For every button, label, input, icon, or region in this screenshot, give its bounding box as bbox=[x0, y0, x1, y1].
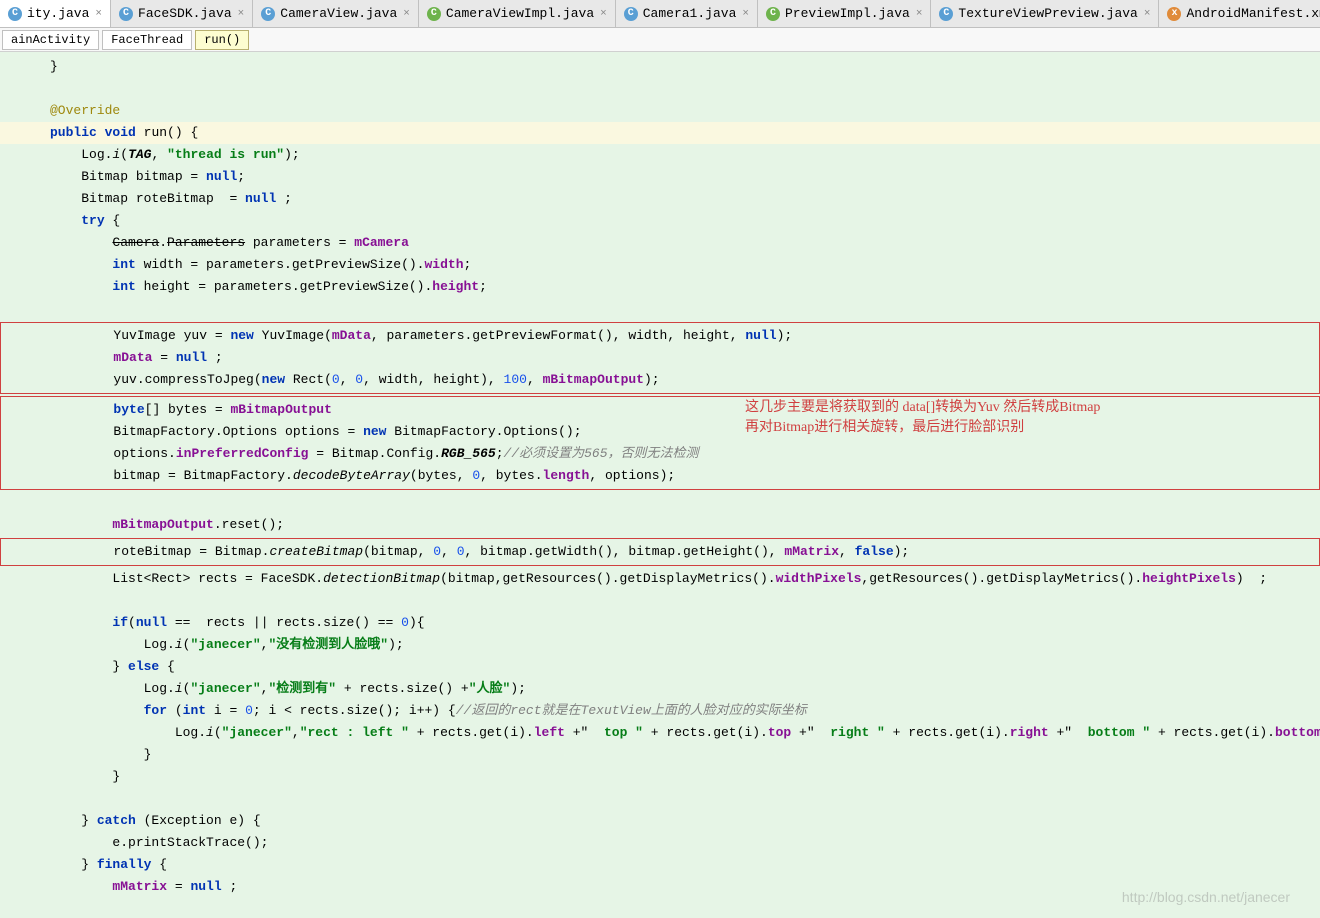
file-type-icon: C bbox=[427, 7, 441, 21]
close-icon[interactable]: × bbox=[1144, 8, 1151, 20]
highlight-box-2: byte[] bytes = mBitmapOutput BitmapFacto… bbox=[0, 396, 1320, 490]
annotation-text: 这几步主要是将获取到的 data[]转换为Yuv 然后转成Bitmap 再对Bi… bbox=[745, 398, 1100, 438]
close-icon[interactable]: × bbox=[95, 8, 102, 20]
tab-label: CameraViewImpl.java bbox=[446, 6, 594, 21]
breadcrumb-bar: ainActivityFaceThreadrun() bbox=[0, 28, 1320, 52]
file-type-icon: C bbox=[624, 7, 638, 21]
highlight-box-3: roteBitmap = Bitmap.createBitmap(bitmap,… bbox=[0, 538, 1320, 566]
tab-label: CameraView.java bbox=[280, 6, 397, 21]
tab-label: AndroidManifest.xml bbox=[1186, 6, 1320, 21]
tab-file[interactable]: xAndroidManifest.xml× bbox=[1159, 0, 1320, 27]
close-icon[interactable]: × bbox=[600, 8, 607, 20]
tab-label: Camera1.java bbox=[643, 6, 737, 21]
close-icon[interactable]: × bbox=[742, 8, 749, 20]
code-editor[interactable]: } @Override public void run() { Log.i(TA… bbox=[0, 52, 1320, 918]
tab-file[interactable]: C Camera1.java × bbox=[616, 0, 758, 27]
tab-file[interactable]: C PreviewImpl.java × bbox=[758, 0, 931, 27]
close-icon[interactable]: × bbox=[916, 8, 923, 20]
highlight-box-1: YuvImage yuv = new YuvImage(mData, param… bbox=[0, 322, 1320, 394]
editor-tabs: City.java × C FaceSDK.java × C CameraView.java… bbox=[0, 0, 1320, 28]
watermark: http://blog.csdn.net/janecer bbox=[1122, 886, 1290, 908]
file-type-icon: x bbox=[1167, 7, 1181, 21]
tab-label: PreviewImpl.java bbox=[785, 6, 910, 21]
breadcrumb-item[interactable]: run() bbox=[195, 30, 249, 50]
tab-file[interactable]: C FaceSDK.java × bbox=[111, 0, 253, 27]
breadcrumb-item[interactable]: ainActivity bbox=[2, 30, 99, 50]
close-icon[interactable]: × bbox=[238, 8, 245, 20]
file-type-icon: C bbox=[261, 7, 275, 21]
close-icon[interactable]: × bbox=[403, 8, 410, 20]
tab-label: ity.java bbox=[27, 6, 89, 21]
tab-label: FaceSDK.java bbox=[138, 6, 232, 21]
tab-label: TextureViewPreview.java bbox=[958, 6, 1137, 21]
file-type-icon: C bbox=[8, 7, 22, 21]
file-type-icon: C bbox=[119, 7, 133, 21]
file-type-icon: C bbox=[939, 7, 953, 21]
tab-file[interactable]: C TextureViewPreview.java × bbox=[931, 0, 1159, 27]
tab-file[interactable]: City.java × bbox=[0, 0, 111, 27]
file-type-icon: C bbox=[766, 7, 780, 21]
breadcrumb-item[interactable]: FaceThread bbox=[102, 30, 192, 50]
tab-file[interactable]: C CameraViewImpl.java × bbox=[419, 0, 616, 27]
tab-file[interactable]: C CameraView.java × bbox=[253, 0, 419, 27]
